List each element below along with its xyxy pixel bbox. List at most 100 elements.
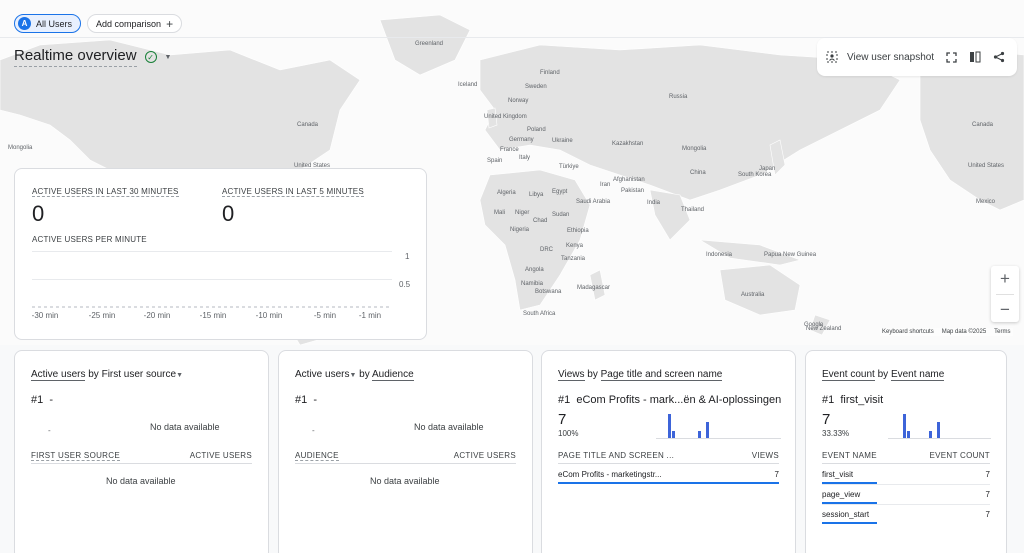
map-label: Mali [494, 210, 506, 216]
y-tick: 0.5 [399, 280, 411, 289]
map-label: United States [968, 163, 1005, 169]
top-percentage: 100% [558, 429, 579, 438]
top-value: 7 [558, 411, 567, 428]
map-label: Niger [515, 210, 530, 216]
placeholder-dash: - [48, 426, 51, 435]
dimension-selector[interactable]: Event name [890, 369, 945, 381]
event-count-card: Event count by Event name #1 first_visit… [805, 350, 1007, 553]
zoom-out-button[interactable]: − [1000, 300, 1010, 320]
table-row[interactable]: eCom Profits - marketingstr... 7 [558, 465, 779, 485]
mini-bar [937, 422, 940, 438]
map-label: Pakistan [621, 188, 645, 194]
card-title-by: by [584, 369, 601, 380]
map-label: Poland [527, 127, 546, 133]
zoom-in-button[interactable]: + [1000, 269, 1010, 289]
map-label: United Kingdom [484, 114, 527, 120]
check-circle-icon[interactable]: ✓ [144, 51, 157, 63]
metric-selector[interactable]: Active users [31, 369, 86, 381]
map-label: Türkiye [559, 164, 579, 170]
card-title: Active users▼ by Audience [295, 369, 414, 381]
map-label: Algeria [497, 190, 516, 196]
views-by-page-title-card: Views by Page title and screen name #1 e… [541, 350, 796, 553]
metric-selector[interactable]: Views [558, 369, 585, 381]
row-name: eCom Profits - marketingstr... [558, 470, 662, 479]
table-row[interactable]: first_visit 7 [822, 465, 990, 485]
map-label: South Africa [523, 311, 556, 317]
x-tick: -25 min [88, 311, 116, 320]
rank-label: #1 - [295, 394, 317, 406]
map-label: Botswana [535, 289, 562, 295]
map-label: Libya [529, 192, 544, 198]
map-label: Saudi Arabia [576, 199, 611, 205]
table-header-divider [31, 463, 252, 464]
add-comparison-label: Add comparison [96, 18, 162, 29]
table-header-divider [822, 463, 990, 464]
compare-columns-icon[interactable] [968, 50, 982, 64]
map-label: Canada [972, 122, 994, 128]
mini-bar [668, 414, 671, 438]
map-footer: Keyboard shortcuts Map data ©2025 Terms [880, 328, 1013, 336]
column-header: ACTIVE USERS [453, 451, 516, 460]
row-name: session_start [822, 510, 870, 519]
map-label: Angola [525, 267, 544, 273]
row-value: 7 [774, 470, 779, 479]
fullscreen-icon[interactable] [944, 50, 958, 64]
map-label: China [690, 170, 706, 176]
active-users-5min-label[interactable]: ACTIVE USERS IN LAST 5 MINUTES [222, 187, 364, 197]
first-user-source-card: Active users by First user source▼ #1 - … [14, 350, 269, 553]
row-value: 7 [985, 510, 990, 519]
x-tick: -5 min [313, 311, 337, 320]
map-label: Tanzania [561, 256, 586, 262]
zoom-divider [996, 293, 1014, 295]
snapshot-toolbar: View user snapshot [817, 38, 1017, 76]
column-header: VIEWS [751, 451, 779, 460]
chevron-down-icon[interactable]: ▼ [165, 54, 172, 61]
x-axis: -30 min -25 min -20 min -15 min -10 min … [32, 311, 407, 321]
column-header: PAGE TITLE AND SCREEN ... [558, 451, 675, 460]
map-label: Egypt [552, 189, 568, 195]
no-data-message: No data available [106, 476, 176, 486]
share-icon[interactable] [992, 50, 1006, 64]
map-label: Kazakhstan [612, 141, 644, 147]
rank-number: #1 [558, 394, 571, 406]
map-label: Iran [600, 182, 611, 188]
map-label: Namibia [521, 281, 544, 287]
map-label: Spain [487, 158, 503, 164]
active-users-30min-label[interactable]: ACTIVE USERS IN LAST 30 MINUTES [32, 187, 179, 197]
table-row[interactable]: session_start 7 [822, 505, 990, 525]
dimension-selector[interactable]: Page title and screen name [600, 369, 723, 381]
active-users-30min-value: 0 [32, 201, 45, 226]
map-label: Mexico [976, 199, 996, 205]
add-comparison-button[interactable]: Add comparison + [87, 14, 183, 33]
row-name: first_visit [822, 470, 854, 479]
row-value: 7 [985, 470, 990, 479]
metric-selector[interactable]: Active users [295, 369, 349, 380]
card-title: Active users by First user source▼ [31, 369, 183, 381]
dimension-selector[interactable]: First user source [102, 369, 176, 380]
metric-selector[interactable]: Event count [822, 369, 875, 381]
segment-label: All Users [36, 18, 73, 29]
dimension-selector[interactable]: Audience [371, 369, 414, 381]
x-tick: -1 min [358, 311, 382, 320]
map-label: Kenya [566, 243, 584, 249]
table-row[interactable]: page_view 7 [822, 485, 990, 505]
rank-label: #1 first_visit [822, 394, 883, 406]
all-users-chip[interactable]: A All Users [14, 14, 82, 33]
column-header: EVENT NAME [822, 451, 877, 460]
map-label: Sudan [552, 212, 570, 218]
mini-bar [903, 414, 906, 438]
keyboard-shortcuts-link[interactable]: Keyboard shortcuts [882, 329, 934, 335]
audience-card: Active users▼ by Audience #1 - No data a… [278, 350, 533, 553]
title-row: Realtime overview ✓ ▼ [14, 47, 171, 67]
map-label: Australia [741, 292, 765, 298]
column-header: EVENT COUNT [929, 451, 990, 460]
card-title-by: by [356, 369, 372, 380]
table-header-divider [558, 463, 779, 464]
terms-link[interactable]: Terms [994, 329, 1010, 335]
realtime-users-card: ACTIVE USERS IN LAST 30 MINUTES 0 ACTIVE… [14, 168, 427, 340]
chevron-down-icon[interactable]: ▼ [176, 372, 183, 379]
plus-icon: + [166, 16, 174, 31]
map-label: India [647, 200, 661, 206]
view-user-snapshot-button[interactable]: View user snapshot [825, 50, 934, 64]
no-data-message: No data available [370, 476, 440, 486]
